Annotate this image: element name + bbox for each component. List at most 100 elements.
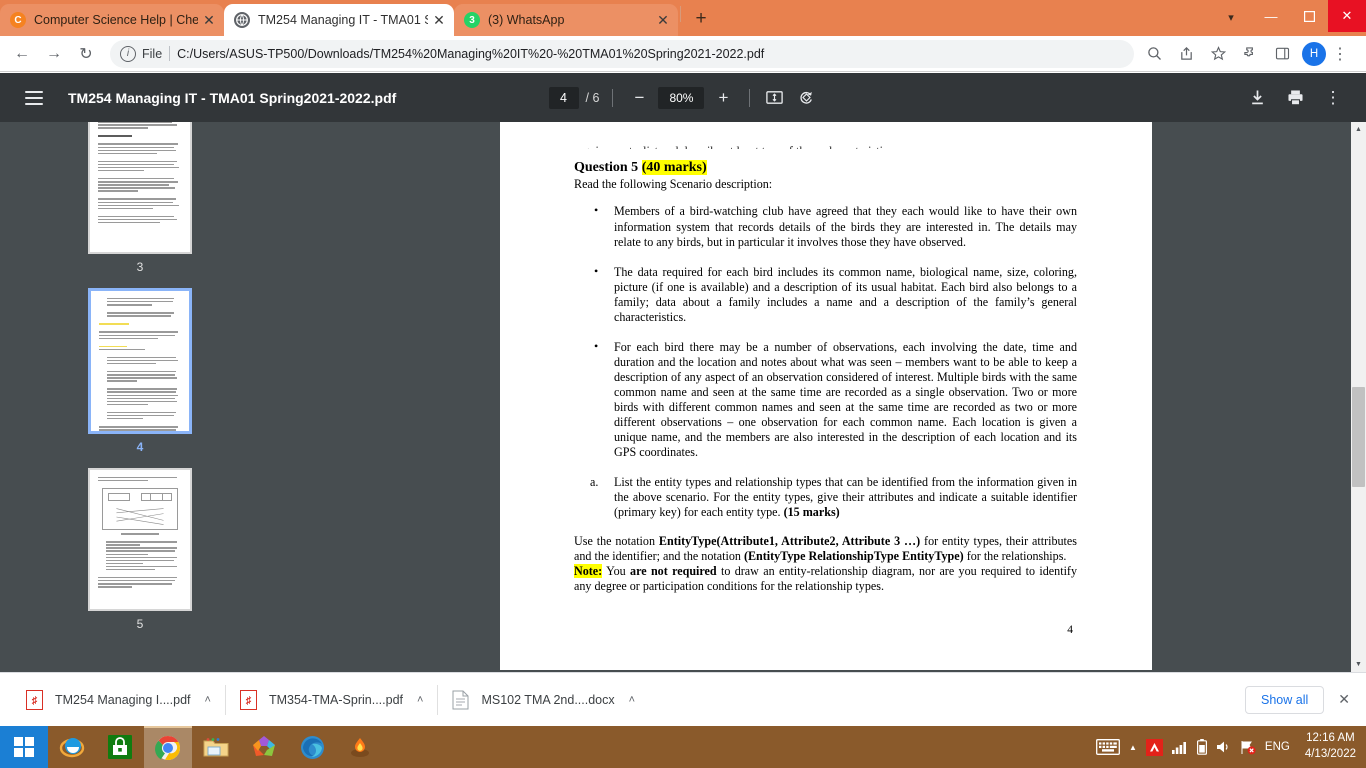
thumbnail-number: 4	[136, 440, 144, 454]
battery-icon[interactable]	[1196, 739, 1207, 755]
keyboard-icon[interactable]	[1096, 739, 1120, 755]
thumbnail-number: 3	[136, 260, 144, 274]
new-tab-button[interactable]: +	[687, 5, 715, 33]
pdf-file-icon: ♯	[239, 689, 257, 710]
part-a-text: List the entity types and relationship t…	[614, 475, 1077, 520]
thumbnail-pane[interactable]: 3 4 5	[0, 122, 280, 672]
microsoft-store-icon[interactable]	[96, 726, 144, 768]
search-icon[interactable]	[1140, 40, 1168, 68]
zoom-out-button[interactable]: −	[626, 85, 652, 111]
clock[interactable]: 12:16 AM 4/13/2022	[1299, 731, 1356, 762]
close-icon[interactable]: ✕	[428, 9, 450, 31]
scroll-down-icon[interactable]: ▼	[1351, 657, 1366, 672]
thumbnail-item[interactable]: 3	[88, 122, 192, 288]
pdf-page-container: requirements, list and describe at least…	[296, 122, 1340, 672]
page-separator: /	[585, 90, 590, 105]
avatar[interactable]: H	[1302, 41, 1326, 66]
thumbnail-item[interactable]: 5	[88, 468, 192, 645]
page-info-icon[interactable]: i	[120, 45, 136, 62]
thumbnail-preview	[91, 291, 189, 431]
sidepanel-icon[interactable]	[1268, 40, 1296, 68]
page-thumbnail-3[interactable]	[88, 122, 192, 254]
puzzle-icon[interactable]	[1236, 40, 1264, 68]
download-item-2[interactable]: ♯ TM354-TMA-Sprin....pdf ˄	[226, 673, 438, 727]
star-icon[interactable]	[1204, 40, 1232, 68]
pdf-page-controls: 4 / 6 − 80% +	[518, 85, 848, 111]
thumbnail-number: 5	[136, 617, 144, 631]
reload-icon[interactable]: ↻	[72, 40, 100, 68]
pdf-toolbar: TM254 Managing IT - TMA01 Spring2021-202…	[0, 73, 1366, 122]
scenario-bullet: For each bird there may be a number of o…	[574, 339, 1077, 460]
browser-menu-icon[interactable]: ⋮	[1326, 40, 1354, 68]
browser-tab-pdf[interactable]: TM254 Managing IT - TMA01 Spr ✕	[224, 4, 454, 36]
whatsapp-icon: 3	[464, 12, 480, 28]
hamburger-icon[interactable]	[25, 87, 43, 109]
volume-icon[interactable]	[1216, 740, 1231, 754]
note-paragraph: Note: You are not required to draw an en…	[574, 564, 1077, 594]
page-thumbnail-4[interactable]	[88, 288, 192, 434]
toolbar-divider	[612, 88, 614, 107]
clock-time: 12:16 AM	[1306, 732, 1355, 745]
office-app-icon[interactable]	[240, 726, 288, 768]
address-bar[interactable]: i File C:/Users/ASUS-TP500/Downloads/TM2…	[110, 39, 1134, 68]
page-thumbnail-5[interactable]	[88, 468, 192, 611]
download-file-name: TM354-TMA-Sprin....pdf	[268, 692, 404, 707]
scroll-up-icon[interactable]: ▲	[1351, 122, 1366, 137]
show-all-downloads-button[interactable]: Show all	[1245, 685, 1325, 714]
zoom-in-button[interactable]: +	[710, 85, 736, 111]
thumbnail-preview	[90, 122, 190, 252]
forward-icon[interactable]: →	[40, 40, 68, 68]
download-item-1[interactable]: ♯ TM254 Managing I....pdf ˄	[12, 673, 225, 727]
svg-text:♯: ♯	[246, 695, 252, 707]
browser-tab-chegg[interactable]: C Computer Science Help | Chegg.c ✕	[0, 4, 224, 36]
thumbnail-preview	[90, 470, 190, 609]
browser-tab-whatsapp[interactable]: 3 (3) WhatsApp ✕	[454, 4, 678, 36]
windows-start-icon[interactable]	[0, 726, 48, 768]
window-controls: — ✕	[1252, 0, 1366, 32]
chevron-up-icon[interactable]: ˄	[205, 694, 211, 706]
close-window-button[interactable]: ✕	[1328, 0, 1366, 32]
chegg-icon: C	[10, 12, 26, 28]
download-shelf: ♯ TM254 Managing I....pdf ˄ ♯ TM354-TMA-…	[0, 672, 1366, 726]
maximize-button[interactable]	[1290, 0, 1328, 32]
close-shelf-icon[interactable]: ✕	[1338, 691, 1350, 708]
download-icon[interactable]	[1246, 87, 1268, 109]
close-icon[interactable]: ✕	[198, 9, 220, 31]
notation-entity-format: EntityType(Attribute1, Attribute2, Attri…	[658, 534, 921, 549]
chevron-up-icon[interactable]: ˄	[417, 694, 423, 706]
chevron-up-icon[interactable]: ˄	[629, 694, 635, 706]
signal-bars-icon[interactable]	[1171, 740, 1188, 754]
tray-overflow-icon[interactable]: ▲	[1129, 743, 1137, 752]
back-icon[interactable]: ←	[8, 40, 36, 68]
svg-text:♯: ♯	[32, 695, 38, 707]
share-icon[interactable]	[1172, 40, 1200, 68]
print-icon[interactable]	[1284, 87, 1306, 109]
tab-title: (3) WhatsApp	[488, 13, 565, 27]
document-scrollbar[interactable]: ▲ ▼	[1351, 122, 1366, 672]
page-number-input[interactable]: 4	[548, 86, 579, 109]
microsoft-edge-icon[interactable]	[288, 726, 336, 768]
language-indicator[interactable]: ENG	[1265, 741, 1290, 753]
thumbnail-item[interactable]: 4	[88, 288, 192, 468]
pdf-toolbar-actions: ⋮	[1246, 87, 1344, 109]
internet-explorer-icon[interactable]	[48, 726, 96, 768]
download-item-3[interactable]: MS102 TMA 2nd....docx ˄	[438, 673, 649, 727]
fit-page-icon[interactable]	[763, 87, 785, 109]
tab-search-button[interactable]: ▾	[1218, 4, 1244, 30]
action-center-icon[interactable]	[1240, 740, 1256, 755]
avira-icon[interactable]	[1145, 738, 1163, 756]
note-text: You	[602, 564, 631, 579]
toolbar-divider	[749, 88, 751, 107]
scrollbar-thumb[interactable]	[1352, 387, 1365, 487]
doc-file-icon	[452, 690, 469, 710]
google-chrome-icon[interactable]	[144, 726, 192, 768]
close-icon[interactable]: ✕	[652, 9, 674, 31]
rotate-icon[interactable]	[795, 87, 817, 109]
pdf-more-menu-icon[interactable]: ⋮	[1322, 87, 1344, 109]
flame-app-icon[interactable]	[336, 726, 384, 768]
minimize-button[interactable]: —	[1252, 0, 1290, 32]
note-label: Note:	[574, 564, 603, 579]
question-label: Question 5	[574, 160, 642, 175]
scrollbar-track[interactable]	[1351, 137, 1366, 657]
file-explorer-icon[interactable]	[192, 726, 240, 768]
